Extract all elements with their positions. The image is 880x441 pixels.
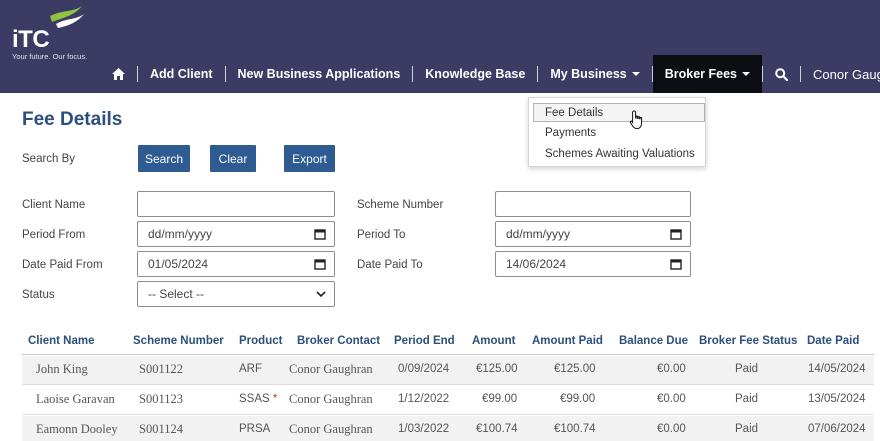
broker-fees-dropdown: Fee Details Payments Schemes Awaiting Va…: [528, 97, 706, 167]
status-select[interactable]: -- Select --: [137, 281, 335, 307]
cell-client-name[interactable]: Laoise Garavan: [36, 392, 115, 407]
cell-amount: €100.74: [476, 423, 518, 435]
search-button[interactable]: Search: [138, 145, 190, 172]
home-icon[interactable]: [100, 55, 137, 93]
col-broker-fee-status[interactable]: Broker Fee Status: [699, 335, 797, 347]
logo-tagline: Your future. Our focus.: [12, 52, 88, 61]
cell-date-paid: 07/06/2024: [808, 423, 866, 435]
cell-broker-contact: Conor Gaughran: [289, 392, 373, 406]
table-row[interactable]: Laoise Garavan S001123 SSAS * Conor Gaug…: [22, 386, 874, 415]
product-value: ARF: [239, 363, 262, 375]
cell-balance-due: €0.00: [657, 423, 686, 435]
date-paid-from-label: Date Paid From: [22, 259, 103, 271]
cell-broker-contact: Conor Gaughran: [289, 362, 373, 376]
period-from-date-input[interactable]: dd/mm/yyyy: [137, 221, 335, 247]
caret-down-icon: [742, 72, 750, 76]
cell-fee-status: Paid: [735, 363, 759, 375]
export-button[interactable]: Export: [284, 145, 335, 172]
date-paid-from-input[interactable]: 01/05/2024: [137, 251, 335, 277]
page-title: Fee Details: [22, 109, 123, 130]
cell-balance-due: €0.00: [657, 393, 686, 405]
table-row[interactable]: John King S001122 ARF Conor Gaughran 0/0…: [22, 356, 874, 385]
cell-amount: €99.00: [482, 393, 518, 405]
cell-amount-paid: €125.00: [554, 363, 596, 375]
cell-balance-due: €0.00: [657, 363, 686, 375]
cell-client-name[interactable]: John King: [36, 362, 88, 377]
scheme-number-label: Scheme Number: [357, 199, 444, 211]
period-to-label: Period To: [357, 229, 406, 241]
scheme-number-input[interactable]: [495, 191, 691, 217]
cell-product: PRSA: [239, 423, 270, 435]
cell-product: ARF: [239, 363, 262, 375]
itc-logo[interactable]: iTC Your future. Our focus.: [10, 6, 90, 62]
nav-broker-fees[interactable]: Broker Fees: [652, 55, 762, 93]
user-menu[interactable]: Conor Gaughran: [801, 55, 880, 93]
client-name-input[interactable]: [137, 191, 335, 217]
date-paid-from-value: 01/05/2024: [148, 257, 209, 271]
clear-button[interactable]: Clear: [210, 145, 256, 172]
calendar-icon[interactable]: [670, 258, 682, 270]
chevron-down-icon: [316, 291, 326, 298]
col-date-paid[interactable]: Date Paid: [807, 335, 859, 347]
cell-fee-status: Paid: [735, 423, 759, 435]
calendar-icon[interactable]: [314, 228, 326, 240]
cell-scheme-number: S001124: [139, 422, 183, 436]
menu-item-payments[interactable]: Payments: [545, 127, 596, 139]
nav-new-business[interactable]: New Business Applications: [226, 55, 413, 93]
cell-date-paid: 13/05/2024: [808, 393, 866, 405]
nav-add-client[interactable]: Add Client: [138, 55, 225, 93]
col-amount-paid[interactable]: Amount Paid: [532, 335, 603, 347]
nav-my-business-label: My Business: [550, 67, 627, 81]
cell-product: SSAS *: [239, 393, 277, 405]
hand-pointer-icon: [629, 110, 643, 130]
caret-down-icon: [631, 72, 640, 76]
cell-amount: €125.00: [476, 363, 518, 375]
cell-amount-paid: €100.74: [554, 423, 596, 435]
date-paid-to-value: 14/06/2024: [506, 257, 567, 271]
nav-my-business[interactable]: My Business: [538, 55, 651, 93]
col-scheme-number[interactable]: Scheme Number: [133, 335, 224, 347]
date-paid-to-input[interactable]: 14/06/2024: [495, 251, 691, 277]
status-label: Status: [22, 289, 55, 301]
col-broker-contact[interactable]: Broker Contact: [297, 335, 380, 347]
menu-item-schemes-awaiting-valuations[interactable]: Schemes Awaiting Valuations: [545, 148, 695, 160]
status-select-value: -- Select --: [148, 287, 205, 301]
col-amount[interactable]: Amount: [472, 335, 515, 347]
cell-client-name[interactable]: Eamonn Dooley: [36, 422, 118, 437]
cell-period-end: 0/09/2024: [398, 363, 450, 375]
required-marker: *: [272, 393, 278, 405]
col-client-name[interactable]: Client Name: [28, 335, 94, 347]
logo-text: iTC: [12, 26, 50, 53]
cell-amount-paid: €99.00: [560, 393, 596, 405]
table-row[interactable]: Eamonn Dooley S001124 PRSA Conor Gaughra…: [22, 416, 874, 441]
product-value: SSAS: [239, 393, 270, 405]
cell-period-end: 1/12/2022: [398, 393, 450, 405]
cell-fee-status: Paid: [735, 393, 759, 405]
calendar-icon[interactable]: [670, 228, 682, 240]
period-from-label: Period From: [22, 229, 86, 241]
nav-knowledge-base[interactable]: Knowledge Base: [413, 55, 537, 93]
date-paid-to-label: Date Paid To: [357, 259, 423, 271]
menu-item-fee-details[interactable]: Fee Details: [533, 103, 705, 122]
fees-table-header: Client Name Scheme Number Product Broker…: [22, 331, 874, 355]
search-icon[interactable]: [763, 55, 800, 93]
main-nav: Add Client New Business Applications Kno…: [100, 55, 880, 93]
product-value: PRSA: [239, 423, 271, 435]
nav-broker-fees-label: Broker Fees: [664, 67, 737, 81]
top-header: iTC Your future. Our focus. Add Client N…: [0, 0, 880, 93]
period-from-value: dd/mm/yyyy: [148, 227, 213, 241]
col-period-end[interactable]: Period End: [394, 335, 455, 347]
cell-scheme-number: S001122: [139, 362, 183, 376]
cell-date-paid: 14/05/2024: [808, 363, 866, 375]
client-name-label: Client Name: [22, 199, 86, 211]
col-balance-due[interactable]: Balance Due: [619, 335, 688, 347]
cell-scheme-number: S001123: [139, 392, 183, 406]
search-by-label: Search By: [22, 153, 76, 165]
calendar-icon[interactable]: [314, 258, 326, 270]
period-to-value: dd/mm/yyyy: [506, 227, 571, 241]
col-product[interactable]: Product: [239, 335, 282, 347]
cell-period-end: 1/03/2022: [398, 423, 450, 435]
cell-broker-contact: Conor Gaughran: [289, 422, 373, 436]
period-to-date-input[interactable]: dd/mm/yyyy: [495, 221, 691, 247]
